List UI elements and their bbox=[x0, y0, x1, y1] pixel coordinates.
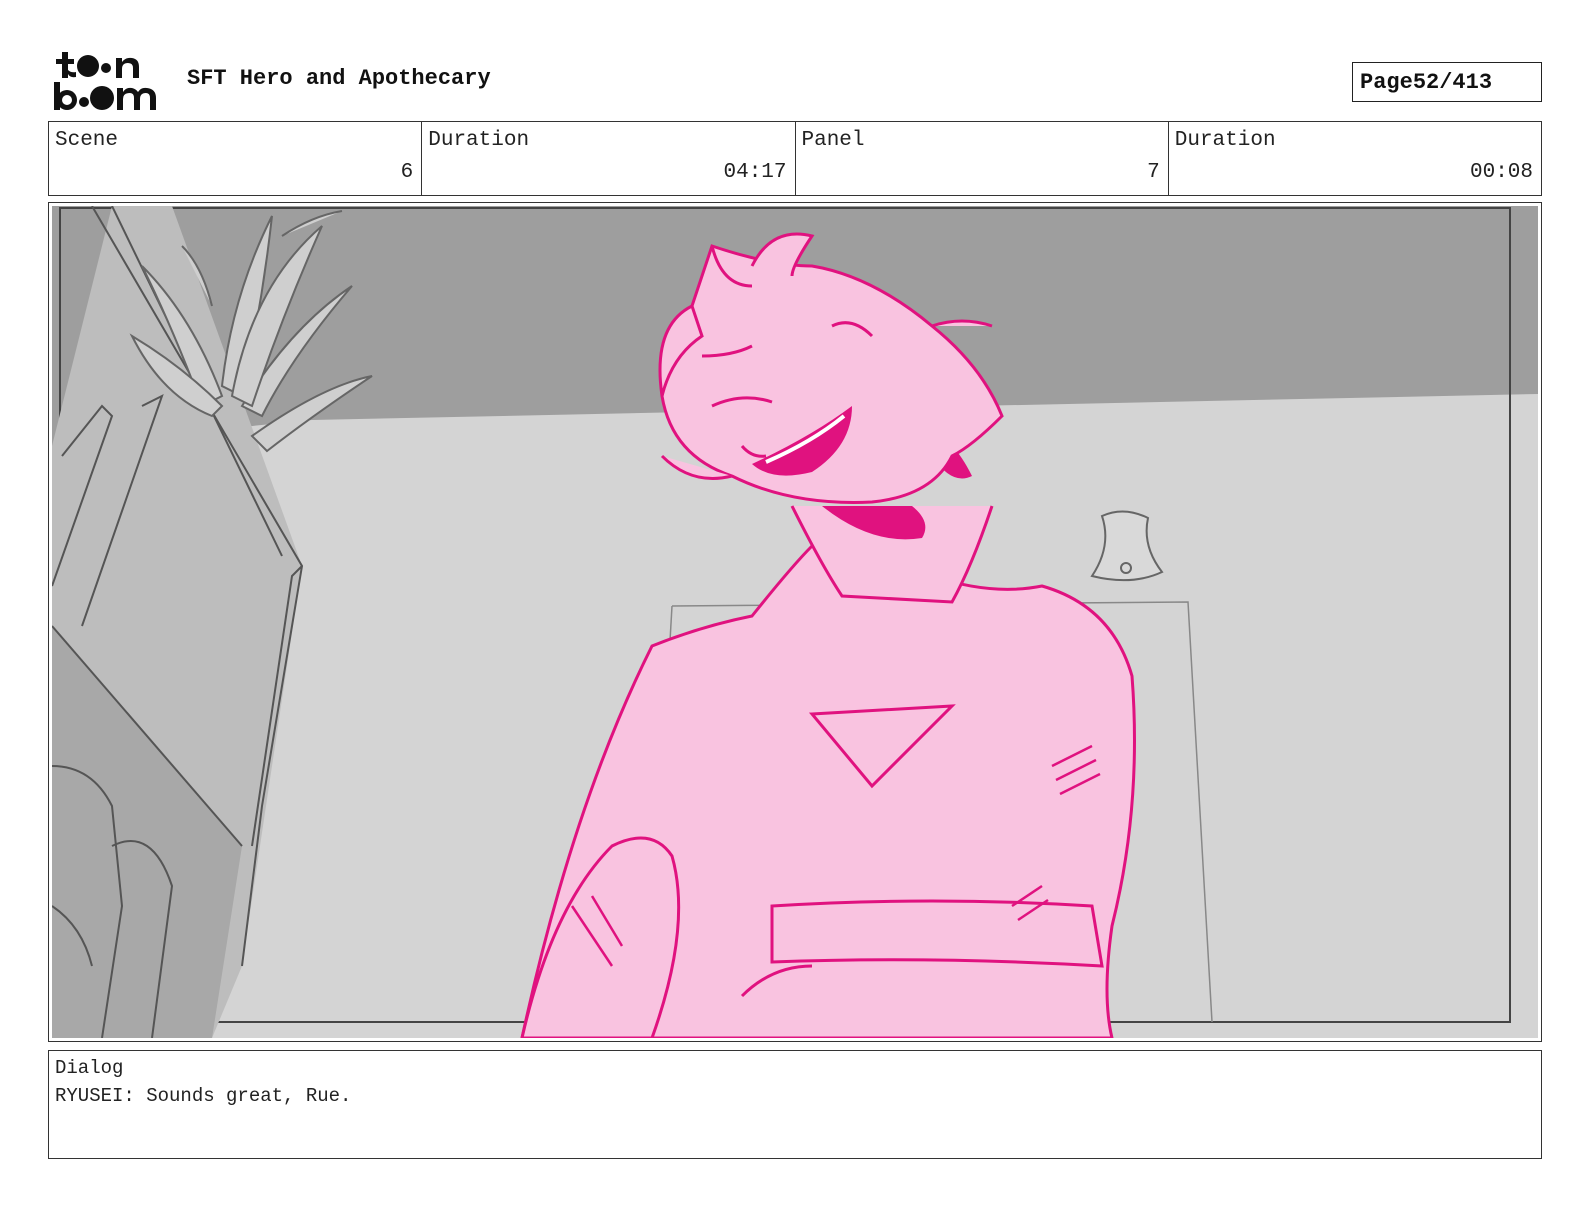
scene-cell: Scene 6 bbox=[49, 122, 423, 195]
panel-label: Panel bbox=[801, 129, 865, 152]
panel-cell: Panel 7 bbox=[796, 122, 1169, 195]
scene-duration-label: Duration bbox=[428, 129, 530, 152]
page-label: Page bbox=[1360, 69, 1413, 95]
scene-info-row: Scene 6 Duration 04:17 Panel 7 Duration … bbox=[48, 121, 1542, 196]
scene-duration-cell: Duration 04:17 bbox=[422, 122, 796, 195]
dialog-text: RYUSEI: Sounds great, Rue. bbox=[55, 1085, 352, 1107]
storyboard-panel-image bbox=[52, 206, 1538, 1038]
panel-duration-label: Duration bbox=[1174, 129, 1276, 152]
toon-boom-logo bbox=[54, 52, 156, 110]
scene-value: 6 bbox=[400, 161, 414, 184]
project-title: SFT Hero and Apothecary bbox=[187, 66, 491, 91]
dialog-box: Dialog RYUSEI: Sounds great, Rue. bbox=[48, 1050, 1542, 1159]
dialog-label: Dialog bbox=[55, 1057, 124, 1079]
panel-value: 7 bbox=[1147, 161, 1160, 184]
panel-duration-cell: Duration 00:08 bbox=[1169, 122, 1541, 195]
panel-duration-value: 00:08 bbox=[1469, 161, 1533, 184]
page-indicator: Page 52/413 bbox=[1352, 62, 1542, 102]
scene-duration-value: 04:17 bbox=[723, 161, 787, 184]
scene-label: Scene bbox=[55, 129, 119, 152]
page-number: 52/413 bbox=[1412, 69, 1493, 95]
